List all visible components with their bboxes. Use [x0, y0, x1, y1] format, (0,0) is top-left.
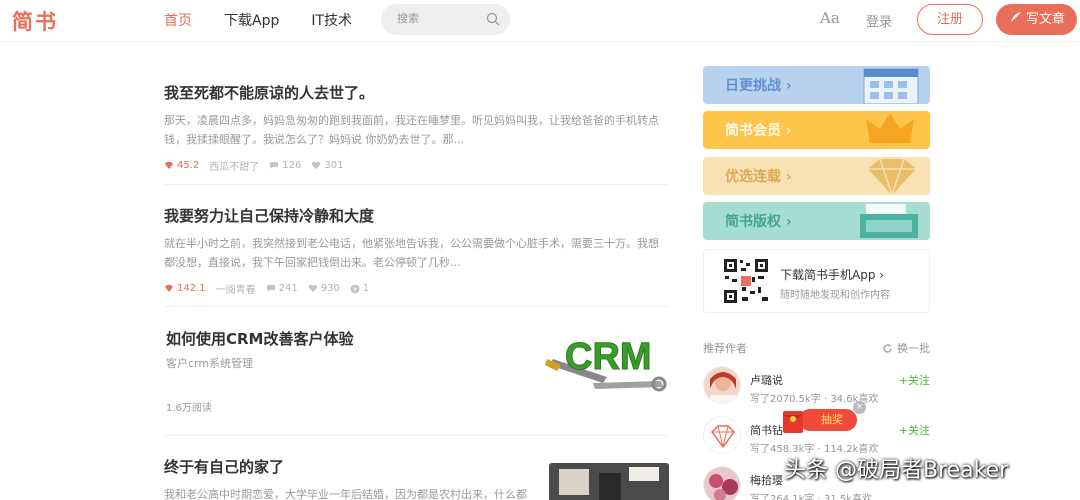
- avatar[interactable]: [703, 466, 741, 500]
- article-meta: 45.2 西瓜不甜了 126 301: [164, 158, 669, 173]
- write-article-label: 写文章: [1026, 12, 1066, 27]
- heart-icon: [308, 284, 317, 292]
- divider: [164, 306, 669, 307]
- red-envelope-icon: [783, 411, 803, 433]
- lottery-popup[interactable]: 抽奖 ×: [779, 401, 867, 437]
- font-settings-button[interactable]: Aa: [820, 9, 840, 27]
- article-abstract: 那天，凌晨四点多，妈妈急匆匆的跑到我面前，我还在睡梦里。听见妈妈叫我，让我给爸爸…: [164, 114, 659, 146]
- feather-pen-icon: [1010, 4, 1022, 35]
- avatar[interactable]: [703, 416, 741, 454]
- comment-icon: [266, 285, 275, 292]
- recommended-authors-header: 推荐作者 换一批: [703, 340, 930, 356]
- follow-button[interactable]: +关注: [899, 372, 930, 388]
- article-title[interactable]: 我至死都不能原谅的人去世了。: [164, 82, 669, 103]
- comment-count[interactable]: 126: [269, 160, 301, 171]
- download-app-title: 下载简书手机App ›: [780, 268, 885, 282]
- register-button[interactable]: 注册: [917, 4, 983, 35]
- download-app-card[interactable]: 下载简书手机App › 随时随地发现和创作内容: [703, 249, 930, 313]
- diamond-icon: [165, 162, 173, 169]
- refresh-authors-button[interactable]: 换一批: [882, 340, 930, 356]
- article-thumbnail[interactable]: [549, 463, 669, 500]
- typewriter-icon: [860, 204, 918, 238]
- login-link[interactable]: 登录: [866, 11, 892, 30]
- banner-label: 优选连载 ›: [725, 169, 792, 185]
- diamond-gem-icon: [868, 158, 916, 195]
- recommended-authors-title: 推荐作者: [703, 342, 747, 355]
- read-count: 1.6万阅读: [166, 403, 212, 414]
- search-icon[interactable]: [486, 12, 500, 26]
- banner-daily-challenge[interactable]: 日更挑战 ›: [703, 66, 930, 104]
- crm-image[interactable]: CRM: [543, 325, 669, 403]
- reward-count: ¥ 1: [350, 283, 369, 294]
- author-stats: 写了264.1k字 · 31.5k喜欢: [750, 494, 873, 500]
- article-item: 我要努力让自己保持冷静和大度 就在半小时之前，我突然接到老公电话，他紧张地告诉我…: [164, 205, 669, 296]
- calendar-icon: [863, 68, 919, 104]
- like-count: 301: [311, 160, 343, 171]
- close-icon[interactable]: ×: [853, 401, 866, 414]
- reward-coin-icon: ¥: [350, 284, 360, 293]
- divider: [164, 184, 669, 185]
- comment-icon: [270, 162, 279, 169]
- svg-text:CRM: CRM: [565, 336, 652, 378]
- nav-download-app[interactable]: 下载App: [224, 10, 279, 30]
- heart-icon: [312, 161, 321, 169]
- nav-home[interactable]: 首页: [164, 10, 192, 30]
- banner-serials[interactable]: 优选连载 ›: [703, 157, 930, 195]
- qr-code-image: [722, 257, 770, 305]
- download-app-subtitle: 随时随地发现和创作内容: [780, 290, 890, 301]
- jianshu-logo[interactable]: 简书: [12, 6, 58, 36]
- refresh-icon: [883, 343, 892, 352]
- follow-button[interactable]: +关注: [899, 422, 930, 438]
- diamond-count: 142.1: [164, 283, 206, 294]
- top-navbar: 简书 首页 下载App IT技术 Aa 登录 注册 写文章: [0, 0, 1080, 42]
- author-name[interactable]: 卢璐说: [750, 372, 783, 388]
- crown-icon: [866, 113, 914, 143]
- article-author[interactable]: 西瓜不甜了: [209, 158, 259, 173]
- like-count: 930: [308, 283, 340, 294]
- article-meta: 142.1 一阅青春 241 930 ¥ 1: [164, 281, 669, 296]
- main-nav: 首页 下载App IT技术: [164, 0, 384, 40]
- svg-text:¥: ¥: [353, 286, 357, 293]
- banner-label: 日更挑战 ›: [725, 78, 792, 94]
- watermark: 头条 @破局者Breaker: [784, 458, 1009, 483]
- author-name[interactable]: 梅拾璎: [750, 472, 783, 488]
- article-abstract: 就在半小时之前，我突然接到老公电话，他紧张地告诉我，公公需要做个心脏手术，需要三…: [164, 237, 659, 269]
- banner-membership[interactable]: 简书会员 ›: [703, 111, 930, 149]
- lottery-button[interactable]: 抽奖: [799, 409, 857, 431]
- article-item: 我至死都不能原谅的人去世了。 那天，凌晨四点多，妈妈急匆匆的跑到我面前，我还在睡…: [164, 82, 669, 173]
- search-input[interactable]: [397, 12, 477, 25]
- diamond-count: 45.2: [164, 160, 199, 171]
- banner-label: 简书版权 ›: [725, 214, 792, 230]
- avatar[interactable]: [703, 366, 741, 404]
- write-article-button[interactable]: 写文章: [996, 4, 1077, 35]
- comment-count[interactable]: 241: [266, 283, 298, 294]
- banner-label: 简书会员 ›: [725, 123, 792, 139]
- search-box: [381, 4, 510, 35]
- article-abstract: 我和老公高中时期恋爱，大学毕业一年后结婚，因为都是农村出来，什么都没: [164, 488, 527, 500]
- banner-copyright[interactable]: 简书版权 ›: [703, 202, 930, 240]
- article-title[interactable]: 我要努力让自己保持冷静和大度: [164, 205, 669, 226]
- nav-it-tech[interactable]: IT技术: [311, 10, 352, 30]
- article-author[interactable]: 一阅青春: [216, 281, 256, 296]
- divider: [164, 435, 669, 436]
- diamond-icon: [165, 285, 173, 292]
